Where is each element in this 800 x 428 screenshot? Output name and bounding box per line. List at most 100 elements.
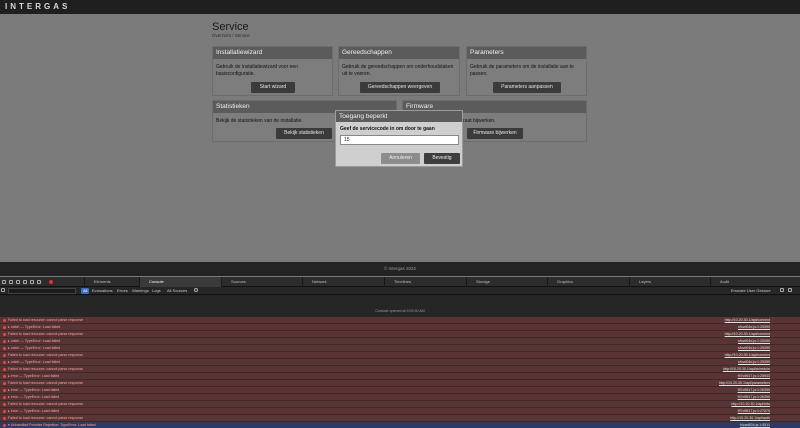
source-link[interactable]: f97c9517.js:1:26399: [738, 394, 770, 401]
servicecode-input[interactable]: [340, 135, 459, 145]
start-wizard-button[interactable]: Start wizard: [251, 82, 295, 93]
error-count-icon[interactable]: [49, 280, 53, 284]
console-message-text: Failed to load resource: cannot parse re…: [3, 380, 83, 387]
console-message[interactable]: Failed to load resource: cannot parse re…: [0, 380, 800, 387]
card-parameters: Parameters Gebruik de parameters om de i…: [466, 46, 587, 96]
source-link[interactable]: f97c9517.js:1:25933: [738, 373, 770, 380]
console-message-text: Failed to load resource: cannot parse re…: [3, 331, 83, 338]
error-icon: [3, 325, 6, 329]
console-message-text: ▸ error — TypeError: Load failed: [3, 408, 59, 415]
source-link[interactable]: sfxvd04d.js:1:25399: [738, 338, 770, 345]
console-message-text: ▸ catch — TypeError: Load failed: [3, 338, 60, 345]
source-link[interactable]: http://10.20.30.1/api/connect: [725, 331, 770, 338]
console-message[interactable]: ▸ error — TypeError: Load failed f97c9517…: [0, 408, 800, 415]
error-icon: [3, 353, 6, 357]
filter-warnings[interactable]: Warnings: [130, 288, 151, 294]
devtools-tab-bar: Elements Console Sources Network Timelin…: [0, 277, 800, 287]
console-log: Console opened at 9:53:30 AM Failed to l…: [0, 296, 800, 428]
settings-icon[interactable]: [780, 288, 784, 292]
error-icon: [3, 360, 6, 364]
source-link[interactable]: sfxvd04d.js:1:25399: [738, 345, 770, 352]
more-icon[interactable]: [788, 288, 792, 292]
gereedschappen-weergeven-button[interactable]: Gereedschappen weergeven: [360, 82, 440, 93]
tab-elements[interactable]: Elements: [84, 277, 139, 287]
console-message-text: ▸ error — TypeError: Load failed: [3, 387, 59, 394]
console-filter-bar: All Evaluations Errors Warnings Logs All…: [0, 287, 800, 295]
card-gereedschappen: Gereedschappen Gebruik de gereedschappen…: [338, 46, 460, 96]
dock-icon[interactable]: [9, 280, 13, 284]
error-icon: [3, 339, 6, 343]
console-message-text: ▸ error — TypeError: Load failed: [3, 373, 59, 380]
error-icon: [3, 388, 6, 392]
filter-all-sources[interactable]: All Sources: [165, 288, 189, 294]
source-link[interactable]: http://10.20.30.1/api/auth: [730, 415, 770, 422]
tab-network[interactable]: Network: [302, 277, 384, 287]
filter-evaluations[interactable]: Evaluations: [90, 288, 115, 294]
add-filter-icon[interactable]: [194, 288, 198, 292]
clear-console-icon[interactable]: [1, 288, 5, 292]
filter-logs[interactable]: Logs: [150, 288, 163, 294]
source-link[interactable]: http://10.20.30.1/api/connect: [725, 352, 770, 359]
source-link[interactable]: f97c9517.js:1:26399: [738, 387, 770, 394]
source-link[interactable]: http://10.20.30.1/api/connect: [725, 317, 770, 324]
source-link[interactable]: f4cad834.js:1:5511: [740, 422, 770, 428]
console-message[interactable]: ▸ error — TypeError: Load failed f97c9517…: [0, 373, 800, 380]
console-message-text: ▸ catch — TypeError: Load failed: [3, 345, 60, 352]
filter-input[interactable]: [8, 288, 76, 294]
firmware-bijwerken-button[interactable]: Firmware bijwerken: [467, 128, 523, 139]
console-message[interactable]: Failed to load resource: cannot parse re…: [0, 331, 800, 338]
card-title: Gereedschappen: [339, 47, 459, 59]
tab-graphics[interactable]: Graphics: [547, 277, 629, 287]
dialog-title: Toegang beperkt: [336, 111, 462, 122]
filter-errors[interactable]: Errors: [115, 288, 130, 294]
console-message[interactable]: Failed to load resource: cannot parse re…: [0, 366, 800, 373]
page-title: Service: [212, 21, 249, 33]
console-message[interactable]: Failed to load resource: cannot parse re…: [0, 401, 800, 408]
source-link[interactable]: http://10.20.30.1/api/schedule: [723, 366, 770, 373]
close-icon[interactable]: [2, 280, 6, 284]
console-rows: Failed to load resource: cannot parse re…: [0, 317, 800, 428]
unhandled-rejection-message[interactable]: ▾ Unhandled Promise Rejection: TypeError…: [0, 422, 800, 428]
emulate-user-gesture-toggle[interactable]: Emulate User Gesture: [729, 288, 773, 294]
breadcrumb[interactable]: Overzicht / Service: [212, 33, 250, 38]
filter-all[interactable]: All: [81, 288, 90, 294]
bekijk-statistieken-button[interactable]: Bekijk statistieken: [276, 128, 332, 139]
web-inspector: Elements Console Sources Network Timelin…: [0, 277, 800, 428]
error-icon: [3, 381, 6, 385]
tab-sources[interactable]: Sources: [221, 277, 302, 287]
reload-icon[interactable]: [30, 280, 34, 284]
console-message[interactable]: Failed to load resource: cannot parse re…: [0, 352, 800, 359]
console-message[interactable]: ▸ catch — TypeError: Load failed sfxvd04d…: [0, 324, 800, 331]
tab-layers[interactable]: Layers: [629, 277, 710, 287]
console-message[interactable]: ▸ error — TypeError: Load failed f97c9517…: [0, 394, 800, 401]
source-link[interactable]: http://10.20.30.1/api/parameters: [719, 380, 770, 387]
inspect-icon[interactable]: [23, 280, 27, 284]
card-description: Gebruik de gereedschappen om onderhoudst…: [342, 64, 454, 77]
console-message-text: Failed to load resource: cannot parse re…: [3, 352, 83, 359]
parameters-aanpassen-button[interactable]: Parameters aanpassen: [493, 82, 561, 93]
cancel-button[interactable]: Annuleren: [381, 153, 420, 164]
confirm-button[interactable]: Bevestig: [424, 153, 460, 164]
console-message[interactable]: ▸ error — TypeError: Load failed f97c9517…: [0, 387, 800, 394]
undock-icon[interactable]: [16, 280, 20, 284]
source-link[interactable]: http://10.20.30.1/api/info: [731, 401, 770, 408]
source-link[interactable]: f97c9517.js:1:27579: [738, 408, 770, 415]
console-message[interactable]: ▸ catch — TypeError: Load failed sfxvd04d…: [0, 338, 800, 345]
tab-timelines[interactable]: Timelines: [384, 277, 466, 287]
tab-audit[interactable]: Audit: [710, 277, 792, 287]
source-link[interactable]: sfxvd04d.js:1:25399: [738, 359, 770, 366]
error-icon: [3, 402, 6, 406]
tab-console[interactable]: Console: [139, 277, 221, 287]
source-link[interactable]: sfxvd04d.js:1:25399: [738, 324, 770, 331]
tab-storage[interactable]: Storage: [466, 277, 547, 287]
console-message[interactable]: Failed to load resource: cannot parse re…: [0, 317, 800, 324]
console-message[interactable]: ▸ catch — TypeError: Load failed sfxvd04d…: [0, 359, 800, 366]
servicecode-label: Geef de servicecode in om door te gaan: [340, 126, 435, 132]
console-message-text: Failed to load resource: cannot parse re…: [3, 415, 83, 422]
access-restricted-dialog: Toegang beperkt Geef de servicecode in o…: [335, 110, 463, 167]
download-icon[interactable]: [37, 280, 41, 284]
console-message[interactable]: ▸ catch — TypeError: Load failed sfxvd04d…: [0, 345, 800, 352]
console-message-text: Failed to load resource: cannot parse re…: [3, 366, 83, 373]
error-icon: [3, 409, 6, 413]
console-message[interactable]: Failed to load resource: cannot parse re…: [0, 415, 800, 422]
